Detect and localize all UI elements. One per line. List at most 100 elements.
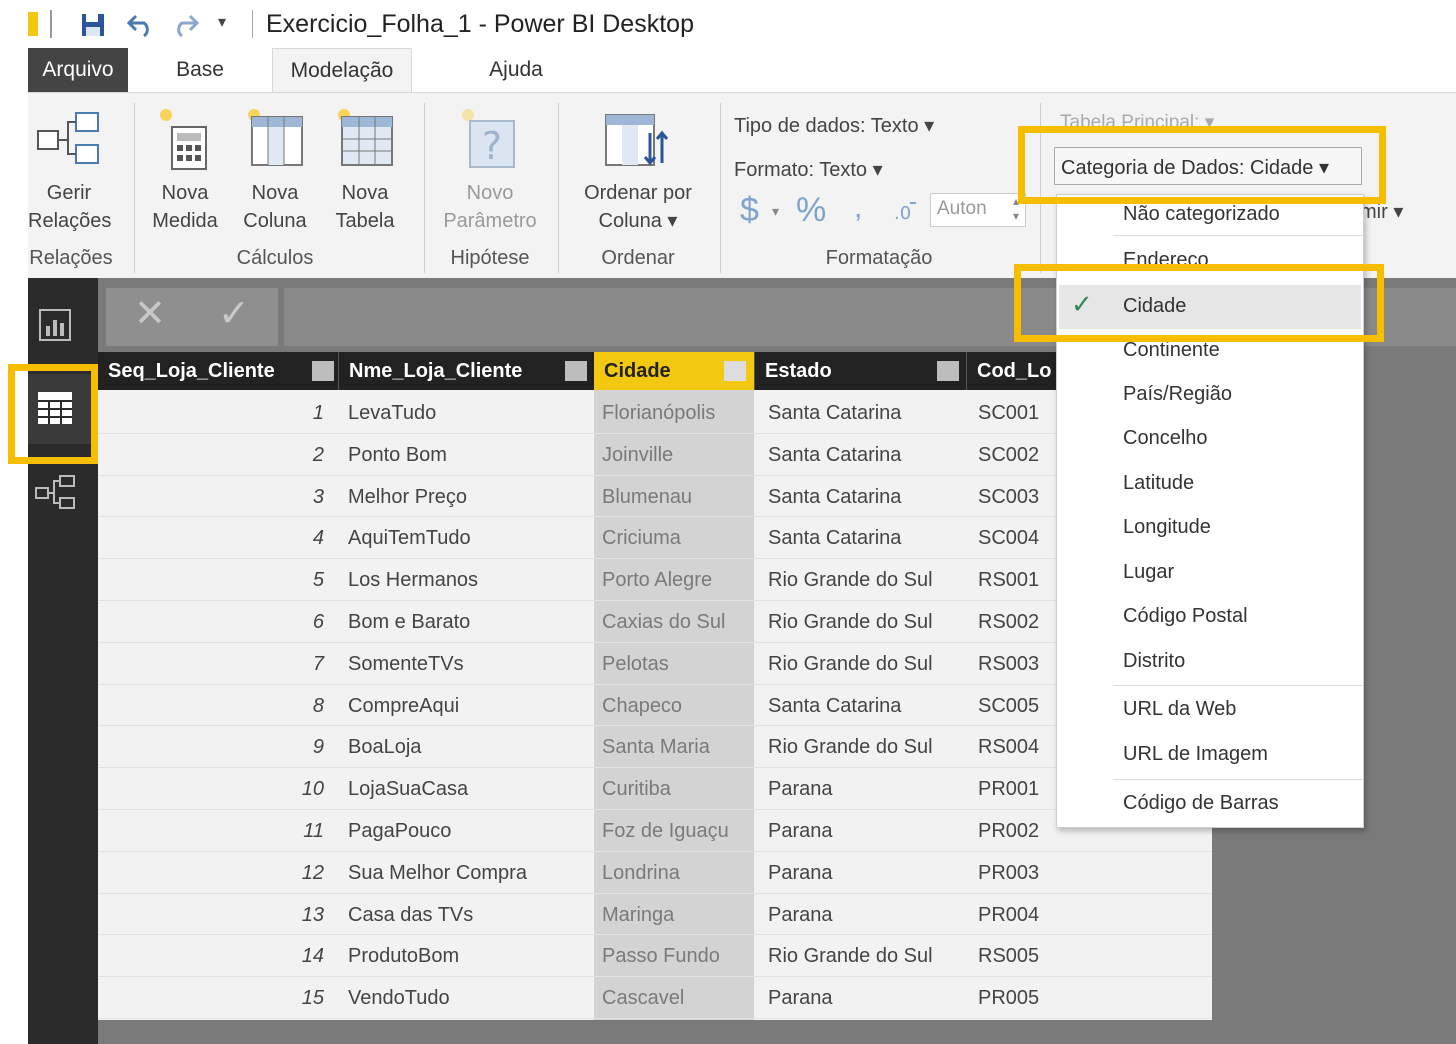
column-header-cidade[interactable]: Cidade (594, 352, 754, 390)
column-header-seq[interactable]: Seq_Loja_Cliente (98, 352, 338, 390)
decimal-places-input[interactable]: Auton ▴ ▾ (930, 193, 1026, 227)
cell-seq[interactable]: 8 (98, 685, 332, 727)
menu-item-codigo-postal[interactable]: Código Postal (1123, 605, 1248, 628)
cell-nome[interactable]: LevaTudo (338, 392, 592, 434)
cell-cidade[interactable]: Porto Alegre (594, 559, 754, 601)
cell-cod[interactable]: PR005 (966, 977, 1212, 1019)
cell-seq[interactable]: 4 (98, 517, 332, 559)
commit-icon[interactable]: ✓ (218, 294, 250, 334)
cell-nome[interactable]: CompreAqui (338, 685, 592, 727)
cell-seq[interactable]: 5 (98, 559, 332, 601)
tab-modelacao[interactable]: Modelação (272, 48, 412, 93)
column-header-estado[interactable]: Estado (754, 352, 967, 390)
cell-nome[interactable]: Melhor Preço (338, 476, 592, 518)
filter-dropdown-icon[interactable] (724, 361, 746, 381)
column-header-cod[interactable]: Cod_Lo (966, 352, 1057, 390)
percent-format-button[interactable]: % (796, 191, 826, 230)
cell-cidade[interactable]: Passo Fundo (594, 935, 754, 977)
cell-nome[interactable]: LojaSuaCasa (338, 768, 592, 810)
cell-nome[interactable]: Los Hermanos (338, 559, 592, 601)
cell-estado[interactable]: Rio Grande do Sul (754, 559, 966, 601)
cell-estado[interactable]: Rio Grande do Sul (754, 601, 966, 643)
save-icon[interactable] (80, 12, 106, 38)
cell-estado[interactable]: Parana (754, 894, 966, 936)
cell-estado[interactable]: Parana (754, 768, 966, 810)
cell-cidade[interactable]: Maringa (594, 894, 754, 936)
cell-cidade[interactable]: Blumenau (594, 476, 754, 518)
cell-estado[interactable]: Rio Grande do Sul (754, 935, 966, 977)
cell-estado[interactable]: Parana (754, 810, 966, 852)
quick-access-dropdown-icon[interactable]: ▾ (218, 12, 226, 32)
filter-dropdown-icon[interactable] (565, 361, 587, 381)
filter-dropdown-icon[interactable] (937, 361, 959, 381)
model-view-icon[interactable] (34, 474, 76, 512)
menu-item-distrito[interactable]: Distrito (1123, 650, 1185, 673)
cell-seq[interactable]: 7 (98, 643, 332, 685)
menu-item-latitude[interactable]: Latitude (1123, 472, 1194, 495)
cell-cidade[interactable]: Joinville (594, 434, 754, 476)
cell-seq[interactable]: 11 (98, 810, 332, 852)
cell-estado[interactable]: Santa Catarina (754, 392, 966, 434)
cell-nome[interactable]: Sua Melhor Compra (338, 852, 592, 894)
cell-cidade[interactable]: Londrina (594, 852, 754, 894)
menu-item-concelho[interactable]: Concelho (1123, 427, 1208, 450)
filter-dropdown-icon[interactable] (312, 361, 334, 381)
undo-icon[interactable] (126, 12, 156, 38)
menu-item-url-web[interactable]: URL da Web (1123, 698, 1236, 721)
new-table-button[interactable]: Nova Tabela (324, 103, 406, 243)
cell-seq[interactable]: 12 (98, 852, 332, 894)
cell-cidade[interactable]: Curitiba (594, 768, 754, 810)
redo-icon[interactable] (170, 12, 200, 38)
format-dropdown[interactable]: Formato: Texto ▾ (734, 157, 883, 182)
cell-seq[interactable]: 9 (98, 726, 332, 768)
cell-estado[interactable]: Santa Catarina (754, 517, 966, 559)
cell-cidade[interactable]: Criciuma (594, 517, 754, 559)
currency-dropdown-icon[interactable]: ▾ (772, 203, 779, 220)
column-header-nome[interactable]: Nme_Loja_Cliente (338, 352, 595, 390)
cell-cidade[interactable]: Chapeco (594, 685, 754, 727)
cell-seq[interactable]: 15 (98, 977, 332, 1019)
cell-estado[interactable]: Santa Catarina (754, 476, 966, 518)
sort-by-column-button[interactable]: Ordenar por Coluna ▾ (568, 103, 708, 243)
cell-seq[interactable]: 3 (98, 476, 332, 518)
cell-nome[interactable]: ProdutoBom (338, 935, 592, 977)
cell-seq[interactable]: 1 (98, 392, 332, 434)
decimal-places-icon[interactable]: .0 (892, 197, 920, 223)
cell-cidade[interactable]: Santa Maria (594, 726, 754, 768)
cell-cod[interactable]: RS005 (966, 935, 1212, 977)
cell-estado[interactable]: Rio Grande do Sul (754, 726, 966, 768)
cell-cidade[interactable]: Pelotas (594, 643, 754, 685)
cell-nome[interactable]: Ponto Bom (338, 434, 592, 476)
cell-seq[interactable]: 6 (98, 601, 332, 643)
cell-seq[interactable]: 14 (98, 935, 332, 977)
tab-base[interactable]: Base (150, 48, 250, 92)
cell-estado[interactable]: Parana (754, 977, 966, 1019)
tab-arquivo[interactable]: Arquivo (28, 48, 128, 92)
cell-cidade[interactable]: Florianópolis (594, 392, 754, 434)
menu-item-codigo-barras[interactable]: Código de Barras (1123, 792, 1279, 815)
data-type-dropdown[interactable]: Tipo de dados: Texto ▾ (734, 113, 934, 138)
report-view-icon[interactable] (38, 308, 72, 342)
cell-nome[interactable]: BoaLoja (338, 726, 592, 768)
cell-seq[interactable]: 13 (98, 894, 332, 936)
cell-cod[interactable]: PR003 (966, 852, 1212, 894)
menu-item-nao-categorizado[interactable]: Não categorizado (1123, 203, 1280, 226)
cell-cod[interactable]: PR004 (966, 894, 1212, 936)
cell-estado[interactable]: Santa Catarina (754, 434, 966, 476)
cell-seq[interactable]: 10 (98, 768, 332, 810)
manage-relationships-button[interactable]: Gerir Relações (28, 103, 118, 243)
menu-item-url-imagem[interactable]: URL de Imagem (1123, 743, 1268, 766)
cell-nome[interactable]: SomenteTVs (338, 643, 592, 685)
cell-nome[interactable]: AquiTemTudo (338, 517, 592, 559)
cell-cidade[interactable]: Caxias do Sul (594, 601, 754, 643)
cell-estado[interactable]: Rio Grande do Sul (754, 643, 966, 685)
cell-estado[interactable]: Santa Catarina (754, 685, 966, 727)
comma-style-button[interactable]: , (854, 191, 862, 225)
cell-seq[interactable]: 2 (98, 434, 332, 476)
cell-cidade[interactable]: Cascavel (594, 977, 754, 1019)
cancel-icon[interactable]: ✕ (134, 294, 166, 334)
new-column-button[interactable]: Nova Coluna (234, 103, 316, 243)
cell-cidade[interactable]: Foz de Iguaçu (594, 810, 754, 852)
tab-ajuda[interactable]: Ajuda (466, 48, 566, 92)
menu-item-pais-regiao[interactable]: País/Região (1123, 383, 1232, 406)
